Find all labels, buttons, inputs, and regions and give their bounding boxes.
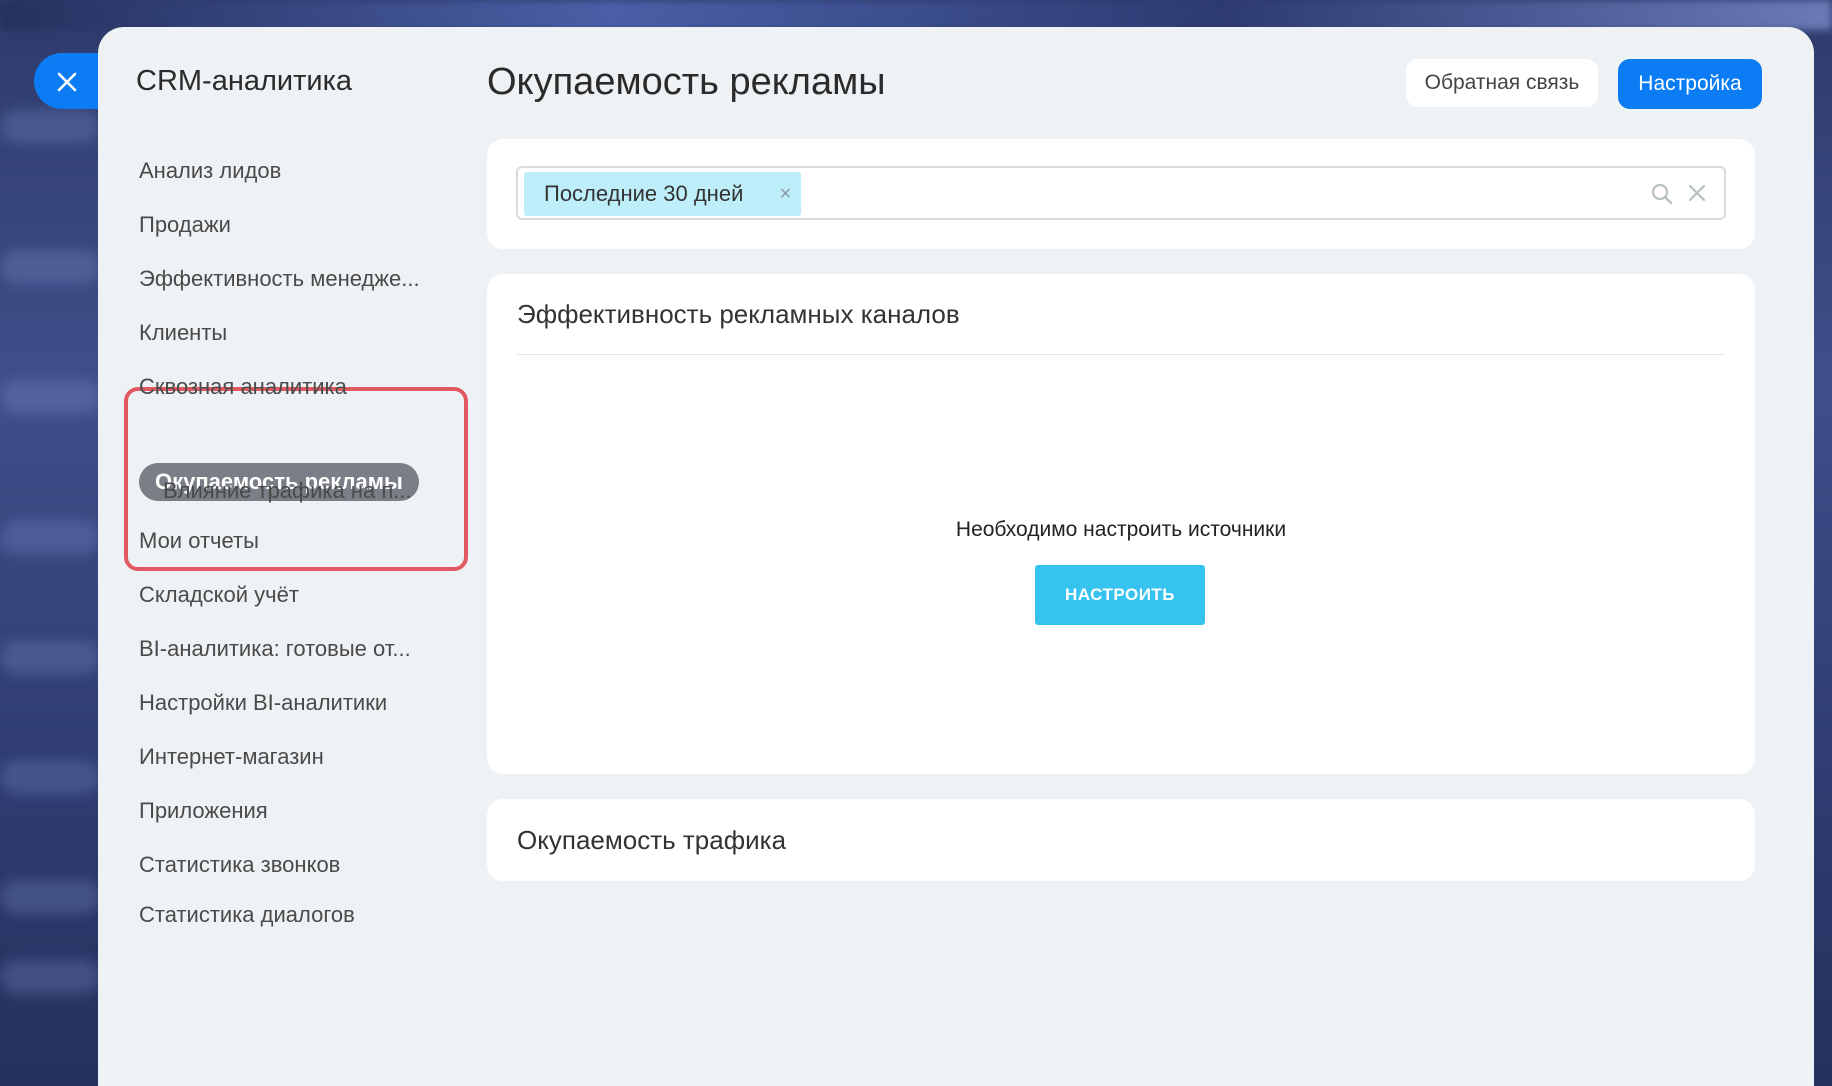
traffic-roi-card: Окупаемость трафика: [487, 799, 1755, 881]
sidebar-item-sales[interactable]: Продажи: [139, 212, 231, 238]
backdrop-top: [0, 0, 1832, 30]
sidebar-item-bi-reports[interactable]: BI-аналитика: готовые от...: [139, 636, 411, 662]
backdrop-blur: [0, 640, 100, 674]
sidebar-item-manager-efficiency[interactable]: Эффективность менедже...: [139, 266, 420, 292]
chip-remove-icon[interactable]: ×: [780, 172, 792, 216]
sidebar-item-applications[interactable]: Приложения: [139, 798, 268, 824]
card-divider: [517, 354, 1725, 355]
backdrop-blur: [0, 960, 100, 994]
sidebar-item-leads[interactable]: Анализ лидов: [139, 158, 281, 184]
backdrop-blur: [0, 880, 100, 914]
period-filter-chip[interactable]: Последние 30 дней ×: [524, 172, 802, 216]
chip-label: Последние 30 дней: [544, 181, 744, 206]
sidebar-item-dialog-stats[interactable]: Статистика диалогов: [139, 902, 355, 928]
sidebar-item-online-store[interactable]: Интернет-магазин: [139, 744, 324, 770]
ad-channels-card: Эффективность рекламных каналов Необходи…: [487, 274, 1755, 774]
filter-search-input[interactable]: Последние 30 дней ×: [516, 166, 1726, 220]
feedback-button[interactable]: Обратная связь: [1406, 59, 1598, 107]
sidebar-item-clients[interactable]: Клиенты: [139, 320, 227, 346]
backdrop-blur: [0, 250, 100, 284]
backdrop-blur: [0, 760, 100, 794]
traffic-roi-title: Окупаемость трафика: [517, 825, 787, 855]
configure-sources-button[interactable]: НАСТРОИТЬ: [1035, 565, 1205, 625]
close-icon: [57, 72, 77, 92]
sidebar-item-inventory[interactable]: Складской учёт: [139, 582, 299, 608]
settings-button[interactable]: Настройка: [1618, 59, 1762, 109]
sidebar-item-end-to-end-analytics[interactable]: Сквозная аналитика: [139, 374, 347, 400]
slider-panel: CRM-аналитика Анализ лидов Продажи Эффек…: [98, 27, 1814, 1086]
sidebar-item-call-stats[interactable]: Статистика звонков: [139, 852, 340, 878]
backdrop-blur: [0, 520, 100, 554]
sidebar-item-my-reports[interactable]: Мои отчеты: [139, 528, 259, 554]
backdrop-blur: [0, 380, 100, 414]
page-title: Окупаемость рекламы: [487, 61, 886, 103]
ad-channels-title: Эффективность рекламных каналов: [517, 299, 960, 329]
search-icon[interactable]: [1650, 182, 1674, 206]
sidebar: CRM-аналитика Анализ лидов Продажи Эффек…: [98, 27, 478, 1086]
sidebar-item-traffic-impact[interactable]: Влияние трафика на п...: [163, 478, 412, 504]
sidebar-title: CRM-аналитика: [136, 65, 353, 97]
filter-card: Последние 30 дней ×: [487, 139, 1755, 249]
clear-icon[interactable]: [1688, 184, 1706, 202]
sidebar-item-bi-settings[interactable]: Настройки BI-аналитики: [139, 690, 387, 716]
backdrop-blur: [0, 110, 100, 144]
empty-state-message: Необходимо настроить источники: [955, 518, 1287, 541]
